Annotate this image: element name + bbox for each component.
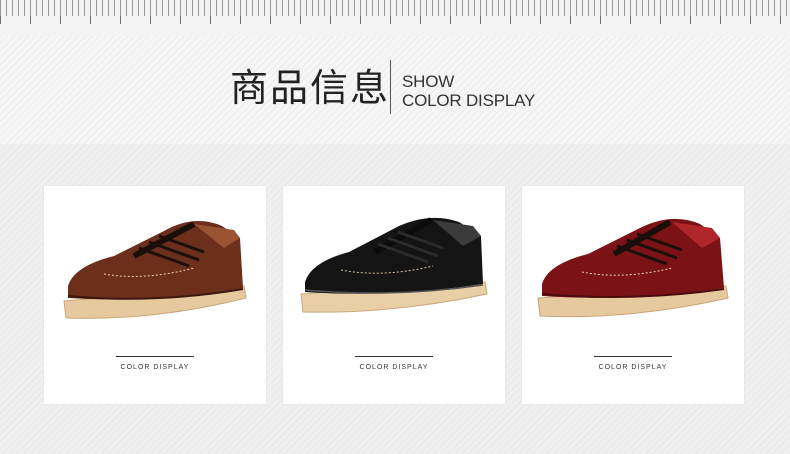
decorative-ruler-strip xyxy=(0,0,790,37)
product-card-brown[interactable]: COLOR DISPLAY xyxy=(44,186,266,404)
product-caption: COLOR DISPLAY xyxy=(120,364,190,371)
section-title-chinese: 商品信息 xyxy=(230,66,391,110)
product-caption: COLOR DISPLAY xyxy=(598,364,668,371)
product-card-black[interactable]: COLOR DISPLAY xyxy=(283,186,505,404)
section-title-english: SHOW COLOR DISPLAY xyxy=(402,72,535,110)
product-card-red[interactable]: COLOR DISPLAY xyxy=(522,186,744,404)
shoe-image-brown xyxy=(63,221,247,319)
caption-underline xyxy=(594,356,672,357)
shoe-image-black xyxy=(300,217,488,313)
section-header xyxy=(0,36,790,144)
caption-underline xyxy=(355,356,433,357)
caption-underline xyxy=(116,356,194,357)
title-divider xyxy=(390,60,391,114)
title-en-line2: COLOR DISPLAY xyxy=(402,91,536,110)
shoe-image-red xyxy=(537,218,729,318)
product-caption: COLOR DISPLAY xyxy=(359,364,429,371)
title-en-line1: SHOW xyxy=(402,72,455,91)
